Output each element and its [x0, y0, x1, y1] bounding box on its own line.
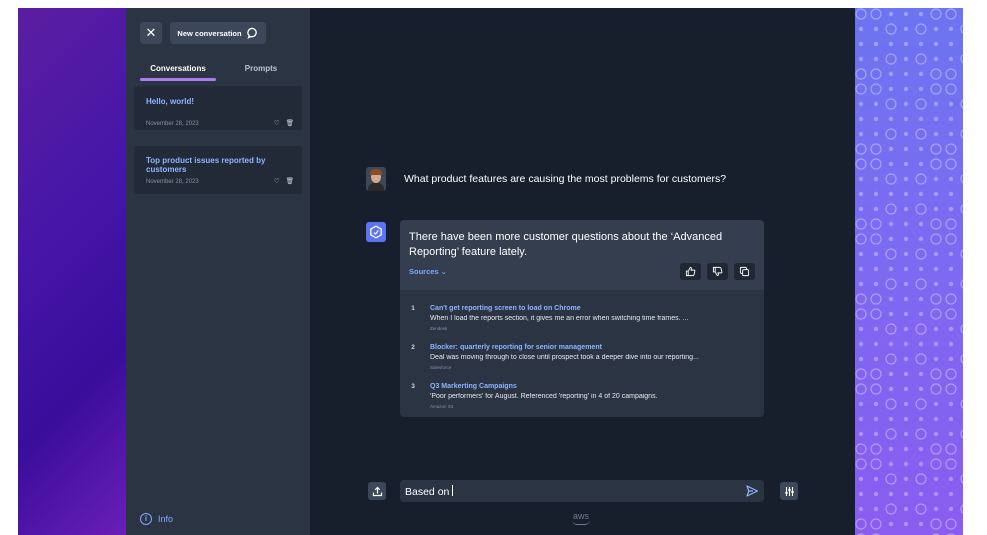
- thumbs-down-button[interactable]: [707, 263, 728, 280]
- aws-logo: aws: [568, 511, 594, 527]
- upload-button[interactable]: [368, 482, 386, 500]
- chat-bubble-icon: [246, 27, 257, 39]
- source-title-link[interactable]: Q3 Markerting Campaigns: [430, 383, 517, 390]
- right-pattern-background: [855, 8, 963, 535]
- new-conversation-button[interactable]: New conversation: [170, 22, 266, 44]
- source-number: 1: [411, 305, 415, 312]
- conversation-item[interactable]: Hello, world! November 28, 2023 ♡ 🗑: [134, 86, 302, 130]
- close-icon: ✕: [145, 25, 157, 40]
- message-input-text[interactable]: Based on: [405, 485, 454, 498]
- conversation-actions: ♡ 🗑: [274, 119, 294, 127]
- message-input[interactable]: Based on: [400, 480, 764, 502]
- conversation-date: November 28, 2023: [146, 179, 199, 185]
- conversation-title: Top product issues reported by customers: [146, 156, 266, 174]
- assistant-response: There have been more customer questions …: [400, 220, 764, 417]
- trash-icon[interactable]: 🗑: [286, 177, 294, 185]
- conversation-date: November 28, 2023: [146, 121, 199, 127]
- trash-icon[interactable]: 🗑: [286, 119, 294, 127]
- info-button[interactable]: i Info: [140, 513, 173, 525]
- aws-smile-mark: [572, 520, 590, 525]
- app-window: ✕ New conversation Conversations Prompts…: [0, 0, 987, 535]
- dot-pattern: [855, 8, 963, 535]
- source-item: 1 Can't get reporting screen to load on …: [400, 305, 764, 341]
- text-caret: [452, 485, 454, 496]
- thumbs-up-button[interactable]: [680, 263, 701, 280]
- sidebar: ✕ New conversation Conversations Prompts…: [126, 8, 310, 535]
- settings-button[interactable]: [780, 482, 798, 500]
- left-gradient-background: [18, 8, 128, 535]
- copy-icon: [739, 266, 750, 277]
- assistant-answer-text: There have been more customer questions …: [409, 231, 723, 258]
- source-snippet: When I load the reports section, it give…: [430, 315, 689, 322]
- sources-toggle[interactable]: Sources ⌄: [409, 267, 447, 276]
- source-snippet: 'Poor performers' for August. Referenced…: [430, 393, 658, 400]
- user-message: What product features are causing the mo…: [404, 173, 727, 185]
- tab-conversations[interactable]: Conversations: [140, 58, 216, 78]
- source-item: 2 Blocker: quarterly reporting for senio…: [400, 344, 764, 380]
- source-origin: Zendesk: [430, 326, 448, 331]
- source-title-link[interactable]: Blocker: quarterly reporting for senior …: [430, 344, 602, 351]
- chat-panel: What product features are causing the mo…: [310, 8, 855, 535]
- source-snippet: Deal was moving through to close until p…: [430, 354, 699, 361]
- source-origin: Amazon S3: [430, 404, 454, 409]
- tab-prompts[interactable]: Prompts: [226, 58, 296, 78]
- user-avatar: [366, 167, 386, 191]
- info-icon: i: [140, 513, 152, 525]
- copy-button[interactable]: [734, 263, 755, 280]
- upload-icon: [372, 486, 382, 496]
- source-number: 3: [411, 383, 415, 390]
- source-origin: Salesforce: [430, 365, 452, 370]
- assistant-answer-header: There have been more customer questions …: [400, 220, 764, 290]
- conversation-actions: ♡ 🗑: [274, 177, 294, 185]
- conversation-item[interactable]: Top product issues reported by customers…: [134, 146, 302, 194]
- source-item: 3 Q3 Markerting Campaigns 'Poor performe…: [400, 383, 764, 419]
- sliders-icon: [784, 486, 794, 496]
- source-number: 2: [411, 344, 415, 351]
- heart-icon[interactable]: ♡: [274, 119, 280, 127]
- thumbs-down-icon: [712, 266, 723, 277]
- info-label: Info: [158, 514, 174, 524]
- thumbs-up-icon: [685, 266, 696, 277]
- assistant-avatar: [366, 222, 386, 242]
- conversation-title: Hello, world!: [146, 97, 194, 106]
- assistant-logo-icon: [370, 225, 382, 239]
- active-tab-indicator: [140, 78, 216, 81]
- close-sidebar-button[interactable]: ✕: [140, 22, 162, 44]
- sidebar-tabs: Conversations Prompts: [134, 58, 302, 81]
- send-icon[interactable]: [745, 484, 759, 498]
- source-title-link[interactable]: Can't get reporting screen to load on Ch…: [430, 305, 581, 312]
- message-input-value: Based on: [405, 486, 450, 498]
- heart-icon[interactable]: ♡: [274, 177, 280, 185]
- new-conversation-label: New conversation: [177, 28, 242, 38]
